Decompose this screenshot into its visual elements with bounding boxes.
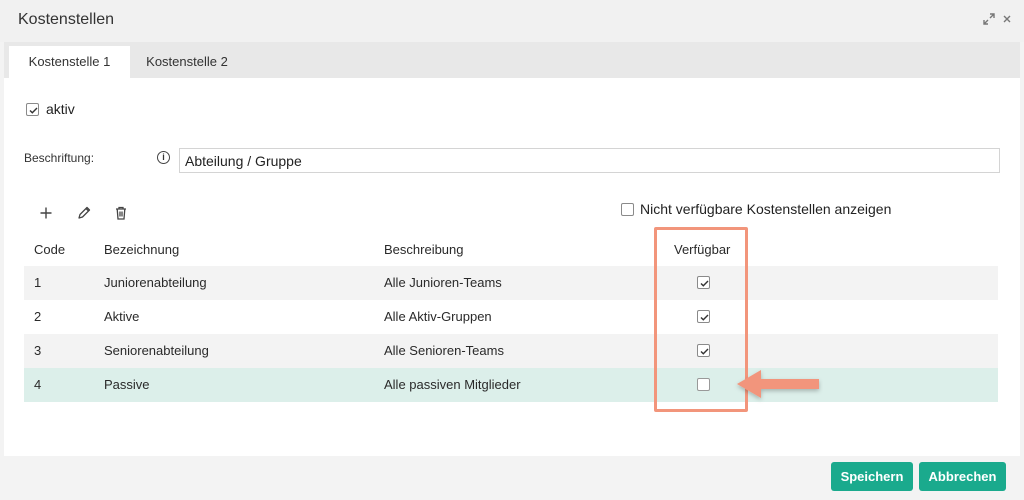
pencil-icon[interactable] bbox=[76, 205, 92, 221]
cell-code: 3 bbox=[34, 343, 42, 358]
cell-bezeichnung: Juniorenabteilung bbox=[104, 275, 207, 290]
cell-bezeichnung: Passive bbox=[104, 377, 150, 392]
cell-bezeichnung: Seniorenabteilung bbox=[104, 343, 209, 358]
cell-beschreibung: Alle Aktiv-Gruppen bbox=[384, 309, 492, 324]
show-unavailable-label[interactable]: Nicht verfügbare Kostenstellen anzeigen bbox=[640, 201, 891, 217]
table-row[interactable]: 3 Seniorenabteilung Alle Senioren-Teams bbox=[24, 334, 998, 368]
column-header-bezeichnung[interactable]: Bezeichnung bbox=[104, 233, 179, 266]
save-button[interactable]: Speichern bbox=[831, 462, 913, 491]
beschriftung-input[interactable] bbox=[179, 148, 1000, 173]
cancel-button[interactable]: Abbrechen bbox=[919, 462, 1006, 491]
cell-beschreibung: Alle Senioren-Teams bbox=[384, 343, 504, 358]
tab-bar: Kostenstelle 1 Kostenstelle 2 bbox=[4, 42, 1020, 78]
beschriftung-label: Beschriftung: bbox=[24, 151, 95, 165]
column-header-code[interactable]: Code bbox=[34, 233, 65, 266]
column-header-beschreibung[interactable]: Beschreibung bbox=[384, 233, 464, 266]
table-row[interactable]: 1 Juniorenabteilung Alle Junioren-Teams bbox=[24, 266, 998, 300]
cell-code: 1 bbox=[34, 275, 42, 290]
aktiv-checkbox[interactable] bbox=[26, 103, 39, 116]
tab-kostenstelle-2[interactable]: Kostenstelle 2 bbox=[126, 46, 248, 78]
info-icon[interactable]: i bbox=[157, 151, 170, 164]
tab-kostenstelle-1[interactable]: Kostenstelle 1 bbox=[9, 46, 130, 78]
kostenstellen-dialog: Kostenstellen Kostenstelle 1 Kostenstell… bbox=[0, 0, 1024, 500]
cell-beschreibung: Alle passiven Mitglieder bbox=[384, 377, 521, 392]
aktiv-label[interactable]: aktiv bbox=[46, 101, 75, 117]
tab-panel: aktiv Beschriftung: i Nicht verfügbare K… bbox=[4, 78, 1020, 456]
plus-icon[interactable] bbox=[38, 205, 54, 221]
table-row[interactable]: 2 Aktive Alle Aktiv-Gruppen bbox=[24, 300, 998, 334]
check-icon bbox=[29, 107, 38, 114]
dialog-titlebar: Kostenstellen bbox=[0, 0, 1024, 42]
dialog-footer: Speichern Abbrechen bbox=[0, 456, 1024, 500]
trash-icon[interactable] bbox=[113, 205, 129, 221]
cell-beschreibung: Alle Junioren-Teams bbox=[384, 275, 502, 290]
cell-bezeichnung: Aktive bbox=[104, 309, 140, 324]
table-header: Code Bezeichnung Beschreibung Verfügbar bbox=[24, 233, 998, 266]
dialog-title: Kostenstellen bbox=[18, 11, 115, 28]
show-unavailable-checkbox[interactable] bbox=[621, 203, 634, 216]
annotation-arrow-icon bbox=[737, 370, 819, 398]
table-row-selected[interactable]: 4 Passive Alle passiven Mitglieder bbox=[24, 368, 998, 402]
close-icon[interactable] bbox=[1000, 12, 1014, 26]
cell-code: 2 bbox=[34, 309, 42, 324]
cell-code: 4 bbox=[34, 377, 42, 392]
expand-icon[interactable] bbox=[982, 12, 996, 26]
